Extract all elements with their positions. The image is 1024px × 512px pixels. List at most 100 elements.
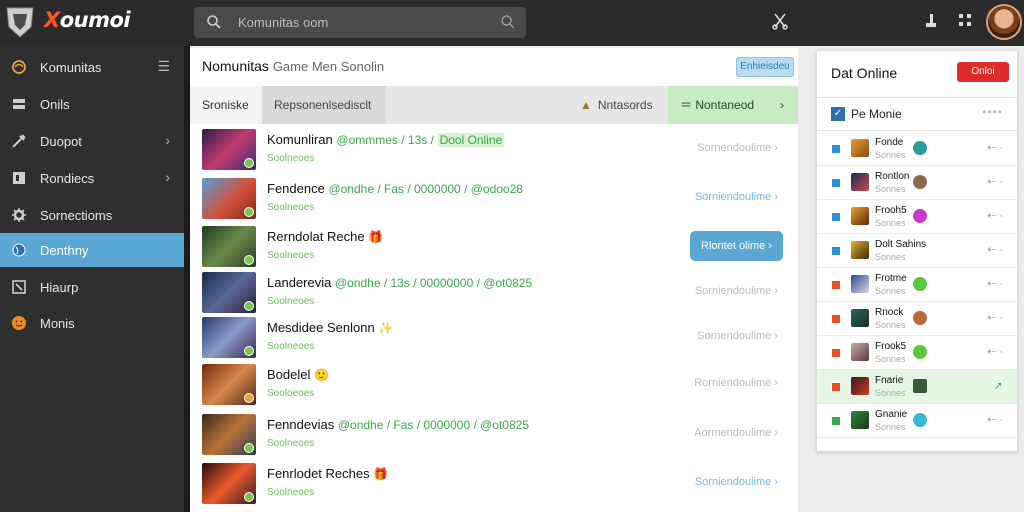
sidebar-item-rondiecs[interactable]: Rondiecs › bbox=[0, 161, 184, 195]
edit-icon bbox=[12, 280, 26, 294]
chevron-right-icon: › bbox=[165, 132, 170, 148]
tab-nontaneod[interactable]: ＝ Nontaneod › bbox=[668, 86, 798, 124]
row-action-link[interactable]: Sorniendoulime › bbox=[695, 191, 778, 203]
list-item[interactable]: Fenndevias @ondhe / Fas / 0000000 / @ot0… bbox=[190, 410, 798, 458]
sidebar-item-hiaurp[interactable]: Hiaurp bbox=[0, 270, 184, 304]
top-bar: Xoumoi Komunitas oom bbox=[0, 0, 1024, 46]
shield-logo-icon bbox=[6, 7, 34, 38]
sidebar-item-komunitas[interactable]: Komunitas ☰ bbox=[0, 50, 184, 84]
share-arrow-icon[interactable]: ⇠ · bbox=[987, 209, 1003, 222]
tab-bar: Sroniske Repsonenlsedisclt ▲ Nntasords ＝ … bbox=[190, 86, 798, 124]
warning-icon: ▲ bbox=[580, 98, 592, 112]
online-user-row[interactable]: Rontlon Sonnes ⇠ · bbox=[817, 166, 1017, 200]
more-icon[interactable]: •••• bbox=[982, 105, 1003, 119]
status-square-icon bbox=[831, 348, 841, 358]
row-action-link[interactable]: Sornendoulime › bbox=[697, 330, 778, 342]
row-status: Soolneoes bbox=[267, 341, 315, 352]
sidebar-item-duopot[interactable]: Duopot › bbox=[0, 124, 184, 158]
online-user-row[interactable]: Rnock Sonnes ⇠ · bbox=[817, 302, 1017, 336]
game-icon bbox=[913, 141, 927, 155]
game-thumbnail bbox=[202, 463, 256, 504]
online-user-row[interactable]: Gnanie Sonnes ⇠ · bbox=[817, 404, 1017, 438]
share-arrow-icon[interactable]: ⇠ · bbox=[987, 345, 1003, 358]
online-badge-icon bbox=[244, 301, 254, 311]
layers-icon bbox=[13, 99, 25, 109]
status-square-icon bbox=[831, 382, 841, 392]
sidebar: Komunitas ☰ Onils Duopot › Rondiecs › So… bbox=[0, 46, 184, 512]
list-item[interactable]: Komunliran @ommmes / 13s / Dool Online S… bbox=[190, 125, 798, 173]
tab-nntasords[interactable]: ▲ Nntasords bbox=[580, 86, 668, 124]
online-user-row[interactable]: Dolt Sahins Sonnes ⇠ · bbox=[817, 234, 1017, 268]
game-icon bbox=[913, 209, 927, 223]
menu-icon[interactable]: ☰ bbox=[157, 58, 170, 75]
row-status: Sooloeoes bbox=[267, 388, 315, 399]
row-title: Fenndevias @ondhe / Fas / 0000000 / @ot0… bbox=[267, 417, 530, 432]
arrow-icon[interactable]: ➚ bbox=[994, 379, 1003, 392]
tab-sroniske[interactable]: Sroniske bbox=[190, 86, 262, 124]
user-avatar[interactable] bbox=[986, 4, 1022, 40]
user-avatar bbox=[851, 343, 869, 361]
list-item[interactable]: Fendence @ondhe / Fas / 0000000 / @odoo2… bbox=[190, 174, 798, 222]
user-avatar bbox=[851, 309, 869, 327]
sidebar-item-monis[interactable]: Monis bbox=[0, 306, 184, 340]
row-action-link[interactable]: Sorniendoulime › bbox=[695, 476, 778, 488]
row-status: Soolneoes bbox=[267, 296, 315, 307]
user-avatar bbox=[851, 241, 869, 259]
user-avatar bbox=[851, 173, 869, 191]
sidebar-item-onils[interactable]: Onils bbox=[0, 87, 184, 121]
game-thumbnail bbox=[202, 317, 256, 358]
row-action-link[interactable]: Sornendoulime › bbox=[697, 142, 778, 154]
status-badge-icon bbox=[244, 393, 254, 403]
online-user-row[interactable]: Fonde Sonnes ⇠ · bbox=[817, 132, 1017, 166]
row-action-link[interactable]: Rorniendoulime › bbox=[694, 377, 778, 389]
share-arrow-icon[interactable]: ⇠ · bbox=[987, 277, 1003, 290]
online-user-row[interactable]: Frooh5 Sonnes ⇠ · bbox=[817, 200, 1017, 234]
row-action-button[interactable]: Rlontet olime › bbox=[690, 231, 783, 261]
share-arrow-icon[interactable]: ⇠ · bbox=[987, 311, 1003, 324]
online-user-row[interactable]: Frotme Sonnes ⇠ · bbox=[817, 268, 1017, 302]
online-panel: Dat Online Onloi ✓ Pe Monie •••• Fonde S… bbox=[816, 50, 1018, 452]
game-thumbnail bbox=[202, 178, 256, 219]
row-action-link[interactable]: Sorniendoulime › bbox=[695, 285, 778, 297]
share-arrow-icon[interactable]: ⇠ · bbox=[987, 243, 1003, 256]
search-icon bbox=[207, 15, 221, 29]
online-button[interactable]: Onloi bbox=[957, 62, 1009, 82]
list-item[interactable]: Fenrlodet Reches 🎁 Soolneoes Sorniendoul… bbox=[190, 459, 798, 507]
grid-menu-icon[interactable] bbox=[957, 12, 973, 28]
chevron-right-icon: › bbox=[780, 98, 784, 112]
search-submit-icon[interactable] bbox=[500, 14, 516, 30]
game-icon bbox=[913, 311, 927, 325]
panel-action-button[interactable]: Enhieisdeu bbox=[736, 57, 794, 77]
list-item[interactable]: Bodelel 🙂 Sooloeoes Rorniendoulime › bbox=[190, 360, 798, 408]
notification-icon[interactable] bbox=[924, 12, 938, 30]
row-title: Rerndolat Reche 🎁 bbox=[267, 229, 384, 244]
status-square-icon bbox=[831, 212, 841, 222]
checkbox-icon[interactable]: ✓ bbox=[831, 107, 845, 121]
user-avatar bbox=[851, 377, 869, 395]
online-badge-icon bbox=[244, 346, 254, 356]
row-status: Soolneoes bbox=[267, 438, 315, 449]
search-bar[interactable]: Komunitas oom bbox=[194, 7, 526, 38]
scissors-icon[interactable] bbox=[772, 12, 788, 30]
tab-repsonenlsedisclt[interactable]: Repsonenlsedisclt bbox=[262, 86, 386, 124]
share-arrow-icon[interactable]: ⇠ · bbox=[987, 141, 1003, 154]
share-arrow-icon[interactable]: ⇠ · bbox=[987, 175, 1003, 188]
game-icon bbox=[913, 277, 927, 291]
row-action-link[interactable]: Aormendoulime › bbox=[694, 427, 778, 439]
online-user-row[interactable]: Fnarie Sonnes ➚ bbox=[817, 370, 1017, 404]
list-item[interactable]: Mesdidee Senlonn ✨ Soolneoes Sornendouli… bbox=[190, 313, 798, 361]
online-user-row[interactable]: Frook5 Sonnes ⇠ · bbox=[817, 336, 1017, 370]
row-status: Soolneoes bbox=[267, 202, 315, 213]
status-square-icon bbox=[831, 144, 841, 154]
sidebar-item-denthny[interactable]: Denthny bbox=[0, 233, 184, 267]
app-logo[interactable]: Xoumoi bbox=[44, 8, 131, 32]
sidebar-item-sornectioms[interactable]: Sornectioms bbox=[0, 198, 184, 232]
user-avatar bbox=[851, 207, 869, 225]
page-title: Nomunitas Game Men Sonolin bbox=[202, 58, 385, 74]
online-badge-icon bbox=[244, 492, 254, 502]
row-title: Mesdidee Senlonn ✨ bbox=[267, 320, 394, 335]
list-item[interactable]: Rerndolat Reche 🎁 Soolneoes Rlontet olim… bbox=[190, 222, 798, 270]
list-item[interactable]: Landerevia @ondhe / 13s / 00000000 / @ot… bbox=[190, 268, 798, 316]
share-arrow-icon[interactable]: ⇠ · bbox=[987, 413, 1003, 426]
online-badge-icon bbox=[244, 443, 254, 453]
